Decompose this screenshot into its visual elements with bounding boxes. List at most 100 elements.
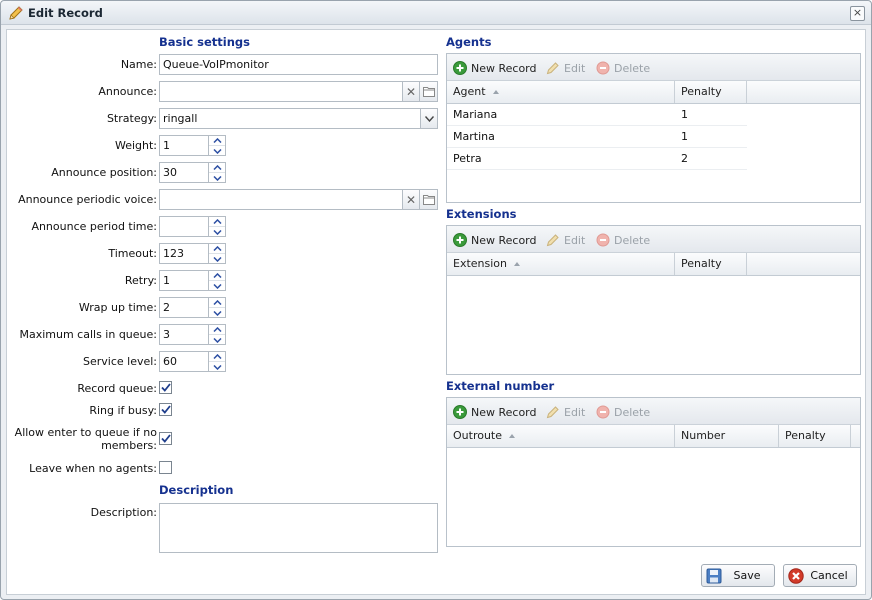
max-calls-increment[interactable] [209, 325, 225, 335]
outroute-column-header[interactable]: Outroute [447, 425, 675, 447]
timeout-spinner [209, 243, 226, 264]
external-edit-button[interactable]: Edit [546, 404, 585, 420]
service-level-decrement[interactable] [209, 362, 225, 372]
penalty-cell: 1 [681, 108, 688, 121]
ring-if-busy-checkbox[interactable] [159, 403, 172, 416]
number-column-header[interactable]: Number [675, 425, 779, 447]
add-icon [453, 405, 467, 419]
announce-periodic-voice-clear-button[interactable]: ✕ [403, 189, 420, 210]
number-column-label: Number [681, 429, 726, 442]
chevron-up-icon [212, 246, 222, 251]
delete-label: Delete [614, 405, 651, 419]
checkmark-icon [160, 434, 171, 443]
agents-delete-button[interactable]: Delete [596, 60, 650, 76]
weight-input[interactable] [159, 135, 209, 156]
delete-icon [596, 405, 610, 419]
penalty-column-header[interactable]: Penalty [675, 253, 747, 275]
pencil-icon [546, 234, 559, 247]
service-level-input[interactable] [159, 351, 209, 372]
chevron-up-icon [212, 165, 222, 170]
announce-position-input[interactable] [159, 162, 209, 183]
announce-clear-button[interactable]: ✕ [403, 81, 420, 102]
retry-input[interactable] [159, 270, 209, 291]
agents-grid-header: Agent Penalty [447, 81, 860, 104]
external-new-record-button[interactable]: New Record [453, 404, 537, 420]
wrap-up-time-input[interactable] [159, 297, 209, 318]
announce-period-time-decrement[interactable] [209, 227, 225, 237]
agents-edit-button[interactable]: Edit [546, 60, 585, 76]
agents-grid: New Record Edit Delete Agent Penalty Mar… [446, 53, 861, 203]
extensions-grid-header: Extension Penalty [447, 253, 860, 276]
announce-position-decrement[interactable] [209, 173, 225, 183]
cancel-label: Cancel [810, 569, 848, 582]
chevron-down-icon [212, 175, 222, 181]
add-icon [453, 233, 467, 247]
extension-column-header[interactable]: Extension [447, 253, 675, 275]
chevron-down-icon [212, 364, 222, 370]
external-delete-button[interactable]: Delete [596, 404, 650, 420]
announce-browse-button[interactable] [420, 81, 438, 102]
wrap-up-time-decrement[interactable] [209, 308, 225, 318]
agent-cell: Petra [453, 152, 482, 165]
announce-periodic-voice-input[interactable] [159, 189, 403, 210]
extensions-delete-button[interactable]: Delete [596, 232, 650, 248]
extensions-edit-button[interactable]: Edit [546, 232, 585, 248]
penalty-column-label: Penalty [681, 85, 722, 98]
delete-icon [596, 233, 610, 247]
weight-label: Weight: [114, 139, 157, 152]
table-row[interactable]: Mariana 1 [447, 104, 747, 126]
timeout-decrement[interactable] [209, 254, 225, 264]
max-calls-input[interactable] [159, 324, 209, 345]
announce-period-time-spinner [209, 216, 226, 237]
timeout-input[interactable] [159, 243, 209, 264]
announce-period-time-input[interactable] [159, 216, 209, 237]
delete-icon [596, 61, 610, 75]
record-queue-label: Record queue: [77, 382, 157, 395]
chevron-up-icon [212, 300, 222, 305]
agent-column-header[interactable]: Agent [447, 81, 675, 103]
weight-increment[interactable] [209, 136, 225, 146]
strategy-dropdown-trigger[interactable] [421, 108, 438, 129]
save-button[interactable]: Save [701, 564, 775, 587]
table-row[interactable]: Petra 2 [447, 148, 747, 170]
announce-periodic-voice-browse-button[interactable] [420, 189, 438, 210]
retry-increment[interactable] [209, 271, 225, 281]
record-queue-checkbox[interactable] [159, 381, 172, 394]
chevron-down-icon [212, 283, 222, 289]
penalty-column-header[interactable]: Penalty [779, 425, 851, 447]
table-row[interactable]: Martina 1 [447, 126, 747, 148]
max-calls-spinner [209, 324, 226, 345]
service-level-spinner [209, 351, 226, 372]
max-calls-decrement[interactable] [209, 335, 225, 345]
clear-icon: ✕ [405, 192, 417, 207]
basic-settings-title: Basic settings [159, 35, 250, 49]
announce-position-increment[interactable] [209, 163, 225, 173]
title-bar[interactable]: Edit Record × [1, 1, 871, 25]
weight-decrement[interactable] [209, 146, 225, 156]
strategy-select[interactable] [159, 108, 421, 129]
penalty-cell: 2 [681, 152, 688, 165]
cancel-button[interactable]: Cancel [783, 564, 857, 587]
chevron-down-icon [212, 148, 222, 154]
extensions-section-title: Extensions [446, 207, 517, 221]
wrap-up-time-label: Wrap up time: [78, 301, 157, 314]
announce-period-time-increment[interactable] [209, 217, 225, 227]
agents-new-record-button[interactable]: New Record [453, 60, 537, 76]
close-button[interactable]: × [850, 6, 865, 21]
pencil-icon [546, 62, 559, 75]
name-input[interactable] [159, 54, 438, 75]
retry-decrement[interactable] [209, 281, 225, 291]
timeout-increment[interactable] [209, 244, 225, 254]
sort-asc-icon [509, 434, 516, 438]
leave-when-no-agents-checkbox[interactable] [159, 461, 172, 474]
extensions-new-record-button[interactable]: New Record [453, 232, 537, 248]
penalty-column-header[interactable]: Penalty [675, 81, 747, 103]
wrap-up-time-increment[interactable] [209, 298, 225, 308]
description-textarea[interactable] [159, 503, 438, 553]
clear-icon: ✕ [405, 84, 417, 99]
chevron-down-icon [212, 229, 222, 235]
allow-enter-checkbox[interactable] [159, 432, 172, 445]
description-section-title: Description [159, 483, 234, 497]
announce-input[interactable] [159, 81, 403, 102]
service-level-increment[interactable] [209, 352, 225, 362]
